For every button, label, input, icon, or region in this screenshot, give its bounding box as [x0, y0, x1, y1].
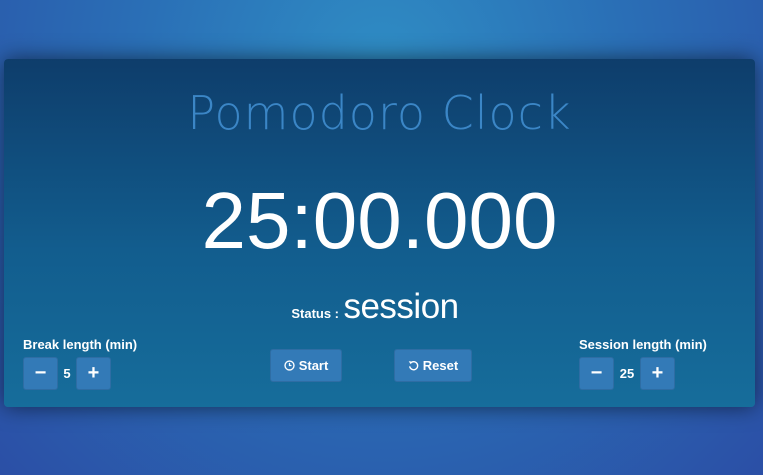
session-decrement-button[interactable]: − — [579, 357, 614, 390]
start-button-label: Start — [298, 358, 329, 373]
status-row: Status : session — [4, 287, 755, 327]
reset-button[interactable]: Reset — [394, 349, 472, 382]
break-length-control: Break length (min) − 5 + — [23, 337, 137, 390]
reset-button-label: Reset — [422, 358, 459, 373]
break-length-stepper: − 5 + — [23, 357, 137, 390]
session-length-stepper: − 25 + — [579, 357, 707, 390]
break-length-value: 5 — [63, 366, 71, 381]
undo-icon — [408, 361, 419, 371]
timer-display: 25:00.000 — [201, 176, 558, 265]
clock-icon — [284, 360, 295, 371]
session-length-control: Session length (min) − 25 + — [579, 337, 707, 390]
pomodoro-panel: Pomodoro Clock 25:00.000 Status : sessio… — [4, 59, 755, 407]
break-length-label: Break length (min) — [23, 337, 138, 352]
app-title: Pomodoro Clock — [187, 86, 572, 140]
break-increment-button[interactable]: + — [76, 357, 111, 390]
break-decrement-button[interactable]: − — [23, 357, 58, 390]
start-button[interactable]: Start — [270, 349, 342, 382]
status-value: session — [343, 287, 459, 326]
session-length-value: 25 — [619, 366, 635, 381]
session-length-label: Session length (min) — [579, 337, 707, 352]
session-increment-button[interactable]: + — [640, 357, 675, 390]
status-label: Status : — [291, 306, 340, 321]
